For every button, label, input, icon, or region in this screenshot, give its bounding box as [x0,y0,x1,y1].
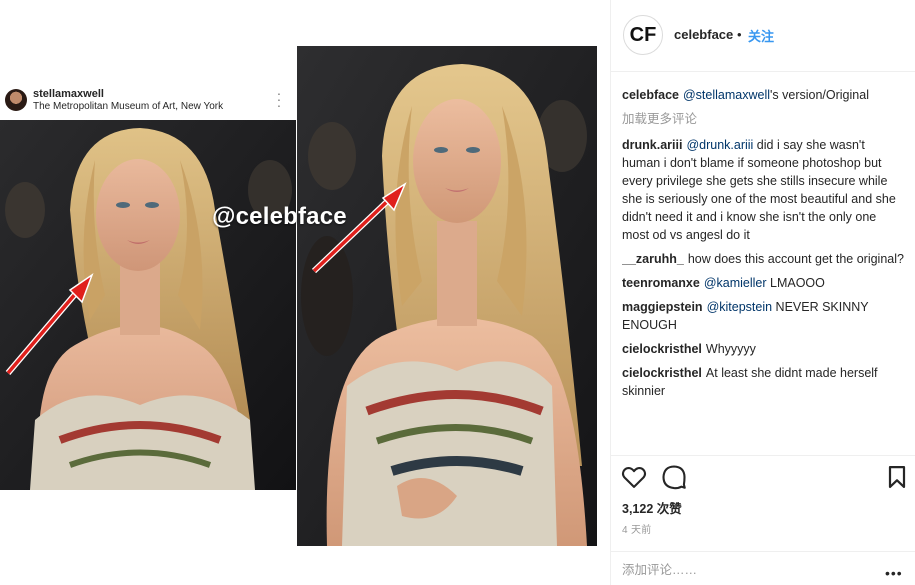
caption: celebface @stellamaxwell's version/Origin… [622,86,904,104]
list-item: cielockristhel Whyyyyy [622,340,904,358]
add-comment-input[interactable] [622,560,872,580]
add-comment-bar: ••• [611,551,915,585]
list-item: cielockristhel At least she didnt made he… [622,364,904,400]
list-item: maggiepstein @kitepstein NEVER SKINNY ENO… [622,298,904,334]
comment-text: Whyyyyy [705,342,756,356]
post-timestamp[interactable]: 4 天前 [622,521,652,536]
list-item: teenromanxe @kamieller LMAOOO [622,274,904,292]
follow-button[interactable]: 关注 [748,26,774,45]
bookmark-icon[interactable] [883,463,911,491]
caption-username[interactable]: celebface [622,88,679,102]
comment-text: LMAOOO [766,276,825,290]
load-more-comments-button[interactable]: 加载更多评论 [622,110,904,128]
comment-username[interactable]: drunk.ariii [622,138,682,152]
watermark-text: @celebface [212,203,347,230]
comments-list[interactable]: celebface @stellamaxwell's version/Origin… [622,86,904,454]
list-item: drunk.ariii @drunk.ariii did i say she wa… [622,136,904,244]
header-separator: • [737,27,742,42]
post-header: CF celebface • 关注 [611,0,915,72]
post-media: stellamaxwell The Metropolitan Museum of… [0,0,610,585]
list-item: __zaruhh_ how does this account get the o… [622,250,904,268]
comment-bubble-icon[interactable] [660,463,688,491]
comment-text: how does this account get the original? [687,252,904,266]
comment-username[interactable]: cielockristhel [622,366,702,380]
comment-mention[interactable]: @drunk.ariii [686,138,753,152]
comment-username[interactable]: __zaruhh_ [622,252,684,266]
header-username[interactable]: celebface [674,27,733,42]
original-post-screenshot: stellamaxwell The Metropolitan Museum of… [0,82,296,490]
comment-username[interactable]: teenromanxe [622,276,700,290]
original-post-header: stellamaxwell The Metropolitan Museum of… [0,82,296,120]
comment-username[interactable]: cielockristhel [622,342,702,356]
original-username: stellamaxwell [33,88,104,100]
heart-icon[interactable] [620,463,648,491]
account-avatar[interactable]: CF [623,15,663,55]
original-photo [0,120,296,490]
original-location: The Metropolitan Museum of Art, New York [33,101,224,112]
comment-mention[interactable]: @kitepstein [707,300,773,314]
comment-mention[interactable]: @kamieller [704,276,767,290]
post-side-panel: CF celebface • 关注 celebface @stellamaxwel… [610,0,915,585]
caption-text: 's version/Original [770,88,869,102]
more-vertical-icon: · · · [276,85,282,113]
caption-mention[interactable]: @stellamaxwell [683,88,770,102]
more-options-button[interactable]: ••• [885,565,903,581]
comment-text: did i say she wasn't human i don't blame… [622,138,896,242]
original-avatar [5,89,27,111]
likes-count[interactable]: 3,122 次赞 [622,498,682,517]
comment-username[interactable]: maggiepstein [622,300,703,314]
post-actions: 3,122 次赞 4 天前 ••• [611,455,915,585]
retouched-photo [297,46,597,546]
